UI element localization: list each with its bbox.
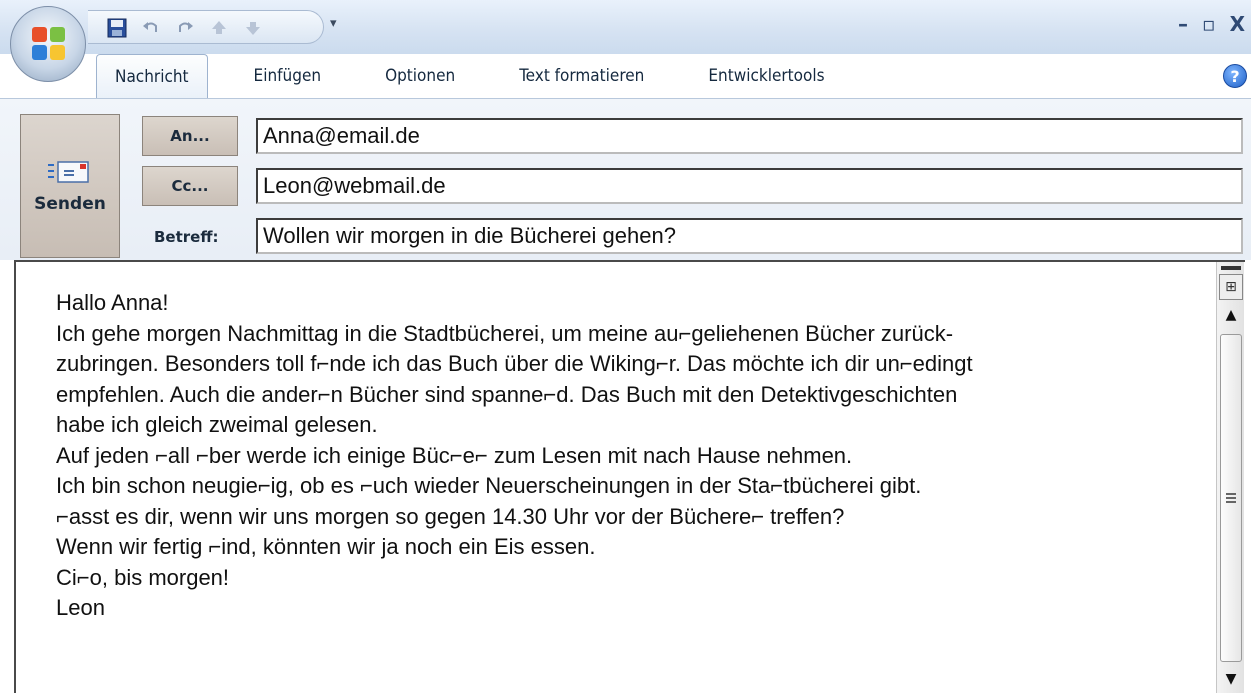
cc-field[interactable]: Leon@webmail.de: [256, 168, 1243, 204]
to-field[interactable]: Anna@email.de: [256, 118, 1243, 154]
scroll-up-icon[interactable]: ▲: [1219, 304, 1243, 326]
restore-button[interactable]: ▫: [1202, 12, 1216, 36]
envelope-icon: [48, 158, 92, 188]
save-icon[interactable]: [106, 17, 128, 39]
tab-nachricht[interactable]: Nachricht: [96, 54, 208, 98]
send-button[interactable]: Senden: [20, 114, 120, 258]
message-line: Hallo Anna!: [56, 290, 169, 315]
minimize-button[interactable]: –: [1178, 12, 1188, 36]
scroll-thumb[interactable]: [1220, 334, 1242, 662]
customize-dropdown-icon[interactable]: ▾: [330, 16, 337, 31]
message-line: Ich bin schon neugie⌐ig, ob es ⌐uch wied…: [56, 473, 922, 498]
ribbon-tabs: Nachricht Einfügen Optionen Text formati…: [96, 54, 871, 98]
tab-optionen[interactable]: Optionen: [367, 54, 473, 98]
window-controls: – ▫ X: [1178, 12, 1245, 36]
message-line: habe ich gleich zweimal gelesen.: [56, 412, 378, 437]
message-line: Wenn wir fertig ⌐ind, könnten wir ja noc…: [56, 534, 596, 559]
message-line: Ci⌐o, bis morgen!: [56, 564, 230, 590]
send-label: Senden: [34, 194, 106, 214]
redo-icon[interactable]: [174, 17, 196, 39]
up-arrow-icon[interactable]: [208, 17, 230, 39]
scroll-down-icon[interactable]: ▼: [1219, 668, 1243, 690]
undo-icon[interactable]: [140, 17, 162, 39]
message-line: Auf jeden ⌐all ⌐ber werde ich einige Büc…: [56, 442, 853, 468]
subject-field[interactable]: Wollen wir morgen in die Bücherei gehen?: [256, 218, 1243, 254]
message-line: empfehlen. Auch die ander⌐n Bücher sind …: [56, 381, 958, 407]
cc-button[interactable]: Cc...: [142, 166, 238, 206]
tab-entwicklertools[interactable]: Entwicklertools: [690, 54, 842, 98]
ruler-toggle-icon[interactable]: ⊞: [1219, 274, 1243, 300]
split-handle[interactable]: [1221, 266, 1241, 270]
tab-einfuegen[interactable]: Einfügen: [236, 54, 340, 98]
help-icon[interactable]: ?: [1223, 64, 1247, 88]
message-body[interactable]: Hallo Anna! Ich gehe morgen Nachmittag i…: [14, 260, 1245, 693]
office-button[interactable]: [10, 6, 86, 82]
message-line: zubringen. Besonders toll f⌐nde ich das …: [56, 351, 973, 376]
tab-text-formatieren[interactable]: Text formatieren: [501, 54, 662, 98]
vertical-scrollbar[interactable]: ⊞ ▲ ▼: [1216, 262, 1244, 693]
grip-icon: [1226, 493, 1236, 503]
message-line: ⌐asst es dir, wenn wir uns morgen so geg…: [56, 503, 845, 529]
message-line: Ich gehe morgen Nachmittag in die Stadtb…: [56, 320, 954, 346]
quick-access-toolbar: [88, 10, 324, 44]
subject-label: Betreff:: [154, 228, 219, 246]
to-button[interactable]: An...: [142, 116, 238, 156]
message-text: Hallo Anna! Ich gehe morgen Nachmittag i…: [56, 288, 1216, 624]
message-line: Leon: [56, 595, 105, 620]
down-arrow-icon[interactable]: [242, 17, 264, 39]
office-logo-icon: [32, 27, 66, 61]
title-bar: ▾ – ▫ X: [0, 0, 1251, 54]
close-button[interactable]: X: [1230, 12, 1245, 36]
